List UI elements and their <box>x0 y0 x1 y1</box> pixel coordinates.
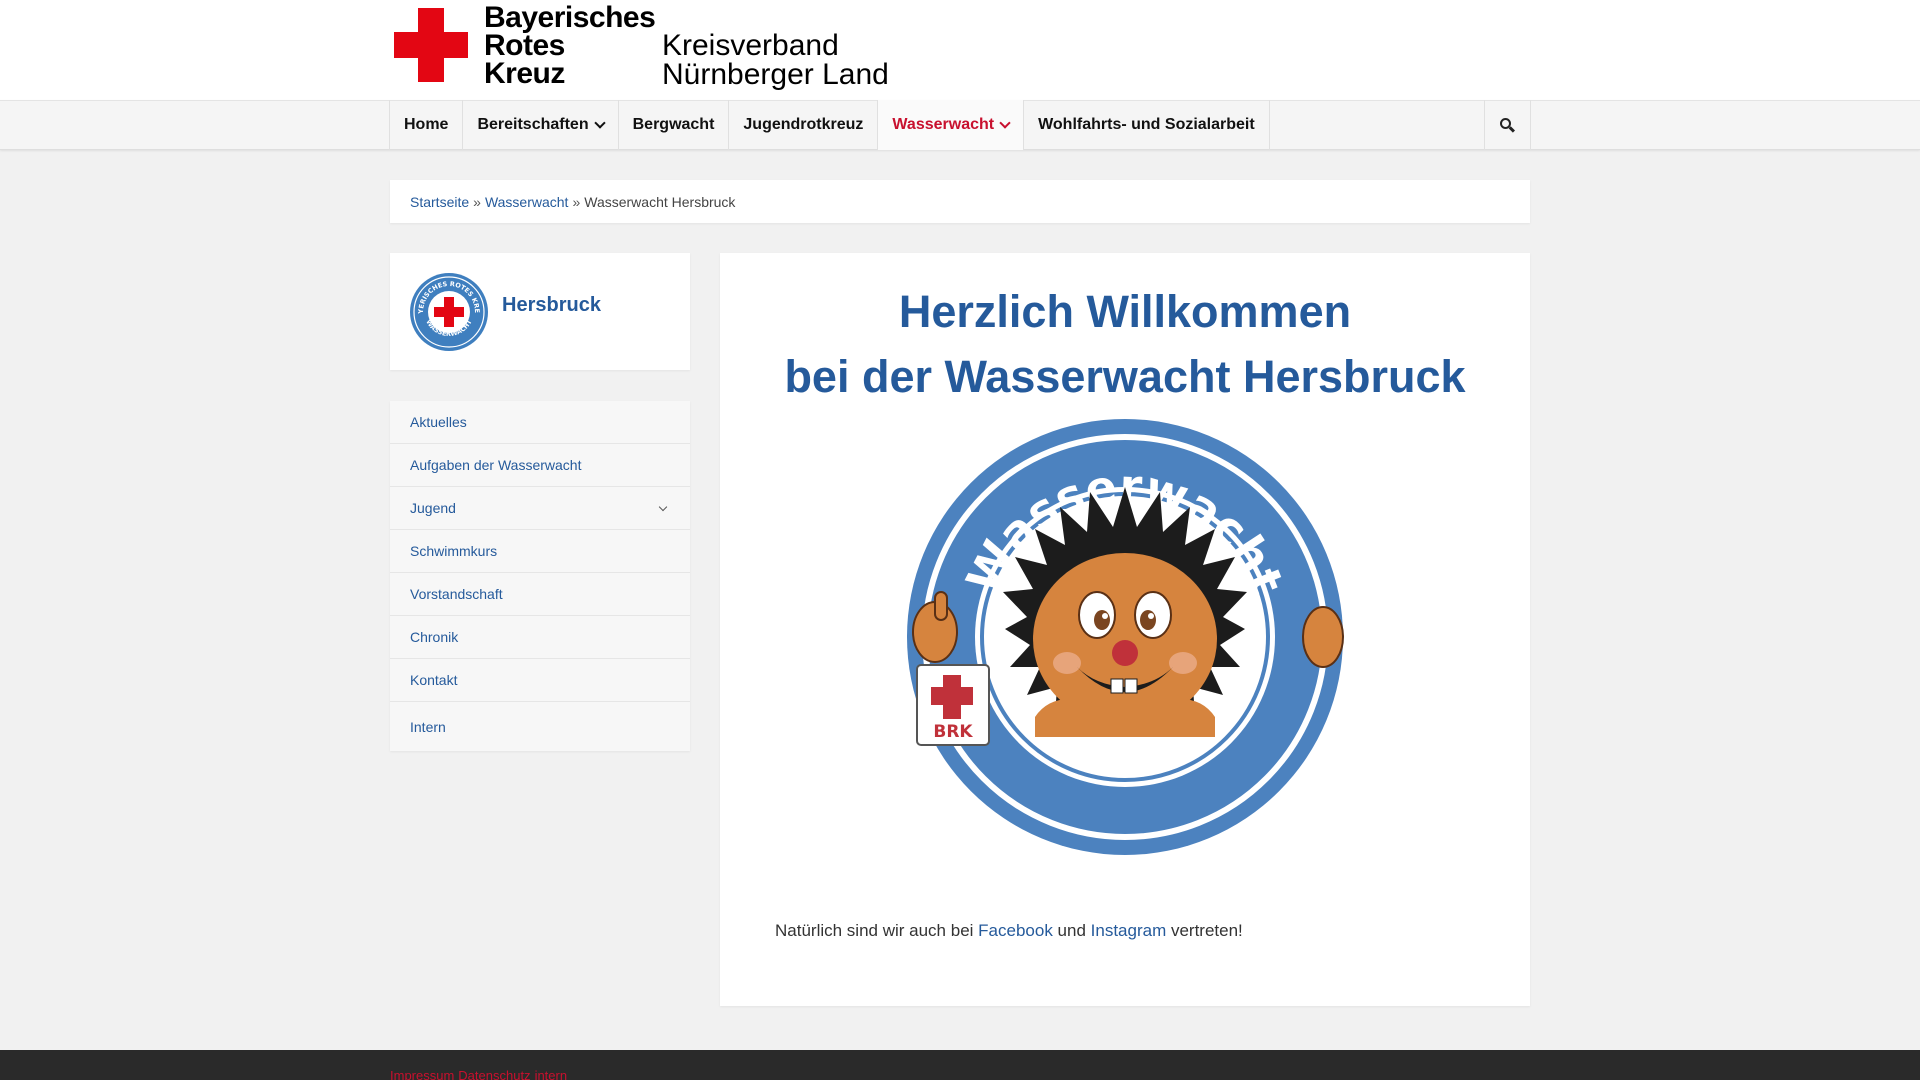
district-line: Nürnberger Land <box>662 58 889 91</box>
unit-header: BAYERISCHES ROTES KREUZ WASSERWACHT Hers… <box>390 253 690 370</box>
footer-link-datenschutz[interactable]: Datenschutz <box>458 1068 530 1080</box>
social-prefix: Natürlich sind wir auch bei <box>775 921 979 940</box>
search-button[interactable] <box>1484 100 1531 150</box>
sidebar-item-label: Intern <box>410 718 446 735</box>
sidebar-item-label: Aufgaben der Wasserwacht <box>410 457 582 473</box>
unit-name[interactable]: Hersbruck <box>502 294 601 317</box>
nav-item-wohlfahrt[interactable]: Wohlfahrts- und Sozialarbeit <box>1024 100 1270 150</box>
title-line: bei der Wasserwacht Hersbruck <box>784 351 1466 402</box>
sidebar-item-label: Vorstandschaft <box>410 586 503 602</box>
district-line: Kreisverband <box>662 29 839 62</box>
footer-link-impressum[interactable]: Impressum <box>390 1068 454 1080</box>
sidebar-item-label: Jugend <box>410 500 456 516</box>
sidebar-item-aktuelles[interactable]: Aktuelles <box>390 401 690 444</box>
sidebar-menu: Aktuelles Aufgaben der Wasserwacht Jugen… <box>390 401 690 751</box>
nav-item-jugendrotkreuz[interactable]: Jugendrotkreuz <box>729 100 879 150</box>
sidebar-item-kontakt[interactable]: Kontakt <box>390 659 690 702</box>
badge-label: BRK <box>933 722 973 742</box>
org-line: Bayerisches <box>484 1 656 34</box>
sidebar-item-jugend[interactable]: Jugend <box>390 487 690 530</box>
breadcrumb-separator: » <box>572 193 581 210</box>
main-navigation: Home Bereitschaften Bergwacht Jugendrotk… <box>0 100 1920 150</box>
nav-label: Jugendrotkreuz <box>743 116 864 133</box>
breadcrumb-separator: » <box>473 193 481 210</box>
sidebar-item-chronik[interactable]: Chronik <box>390 616 690 659</box>
sidebar-item-intern[interactable]: Intern <box>390 702 690 751</box>
nav-label: Home <box>404 116 449 133</box>
chevron-down-icon <box>593 116 606 129</box>
brk-logo[interactable]: Bayerisches Rotes Kreuz Kreisverband Nür… <box>390 1 890 96</box>
organisation-name: Bayerisches Rotes Kreuz <box>484 1 664 90</box>
footer-link-intern[interactable]: intern <box>535 1068 568 1080</box>
site-header: Bayerisches Rotes Kreuz Kreisverband Nür… <box>0 0 1920 100</box>
nav-label: Bereitschaften <box>477 116 589 133</box>
red-cross-icon <box>394 8 468 82</box>
wasserwacht-badge-icon[interactable]: BAYERISCHES ROTES KREUZ WASSERWACHT <box>409 272 489 352</box>
nav-item-home[interactable]: Home <box>390 100 464 150</box>
nav-label: Wohlfahrts- und Sozialarbeit <box>1038 116 1255 133</box>
sidebar-item-aufgaben[interactable]: Aufgaben der Wasserwacht <box>390 444 690 487</box>
sidebar-item-schwimmkurs[interactable]: Schwimmkurs <box>390 530 690 573</box>
sidebar-item-vorstandschaft[interactable]: Vorstandschaft <box>390 573 690 616</box>
social-links-text: Natürlich sind wir auch bei Facebook und… <box>775 921 1243 941</box>
site-footer: Impressum Datenschutz intern <box>0 1050 1920 1080</box>
search-icon <box>1500 117 1516 133</box>
chevron-down-icon[interactable] <box>658 502 668 511</box>
nav-label: Wasserwacht <box>892 116 995 133</box>
breadcrumb: Startseite » Wasserwacht » Wasserwacht H… <box>390 180 1530 223</box>
facebook-link[interactable]: Facebook <box>978 921 1053 940</box>
district-name: Kreisverband Nürnberger Land <box>662 29 922 91</box>
nav-item-bergwacht[interactable]: Bergwacht <box>619 100 730 150</box>
chevron-down-icon <box>999 116 1011 129</box>
social-middle: und <box>1052 921 1091 940</box>
title-line: Herzlich Willkommen <box>898 286 1352 337</box>
breadcrumb-link-startseite[interactable]: Startseite <box>410 194 469 210</box>
nav-label: Bergwacht <box>632 116 715 133</box>
social-suffix: vertreten! <box>1166 921 1243 940</box>
nav-item-wasserwacht[interactable]: Wasserwacht <box>878 100 1025 150</box>
breadcrumb-link-wasserwacht[interactable]: Wasserwacht <box>485 194 569 210</box>
sidebar-item-label: Aktuelles <box>410 414 467 430</box>
instagram-link[interactable]: Instagram <box>1091 921 1167 940</box>
sidebar-item-label: Schwimmkurs <box>410 543 498 559</box>
page-title: Herzlich Willkommen bei der Wasserwacht … <box>720 279 1530 409</box>
main-content: Herzlich Willkommen bei der Wasserwacht … <box>720 253 1530 1006</box>
sidebar-item-label: Chronik <box>410 629 459 645</box>
org-line: Kreuz <box>484 57 565 90</box>
sidebar-item-label: Kontakt <box>410 672 458 688</box>
breadcrumb-current: Wasserwacht Hersbruck <box>584 193 736 210</box>
org-line: Rotes <box>484 29 565 62</box>
wasserwacht-mascot-image: Wasserwacht Hersbruck BRK <box>907 419 1344 855</box>
nav-item-bereitschaften[interactable]: Bereitschaften <box>463 100 619 150</box>
